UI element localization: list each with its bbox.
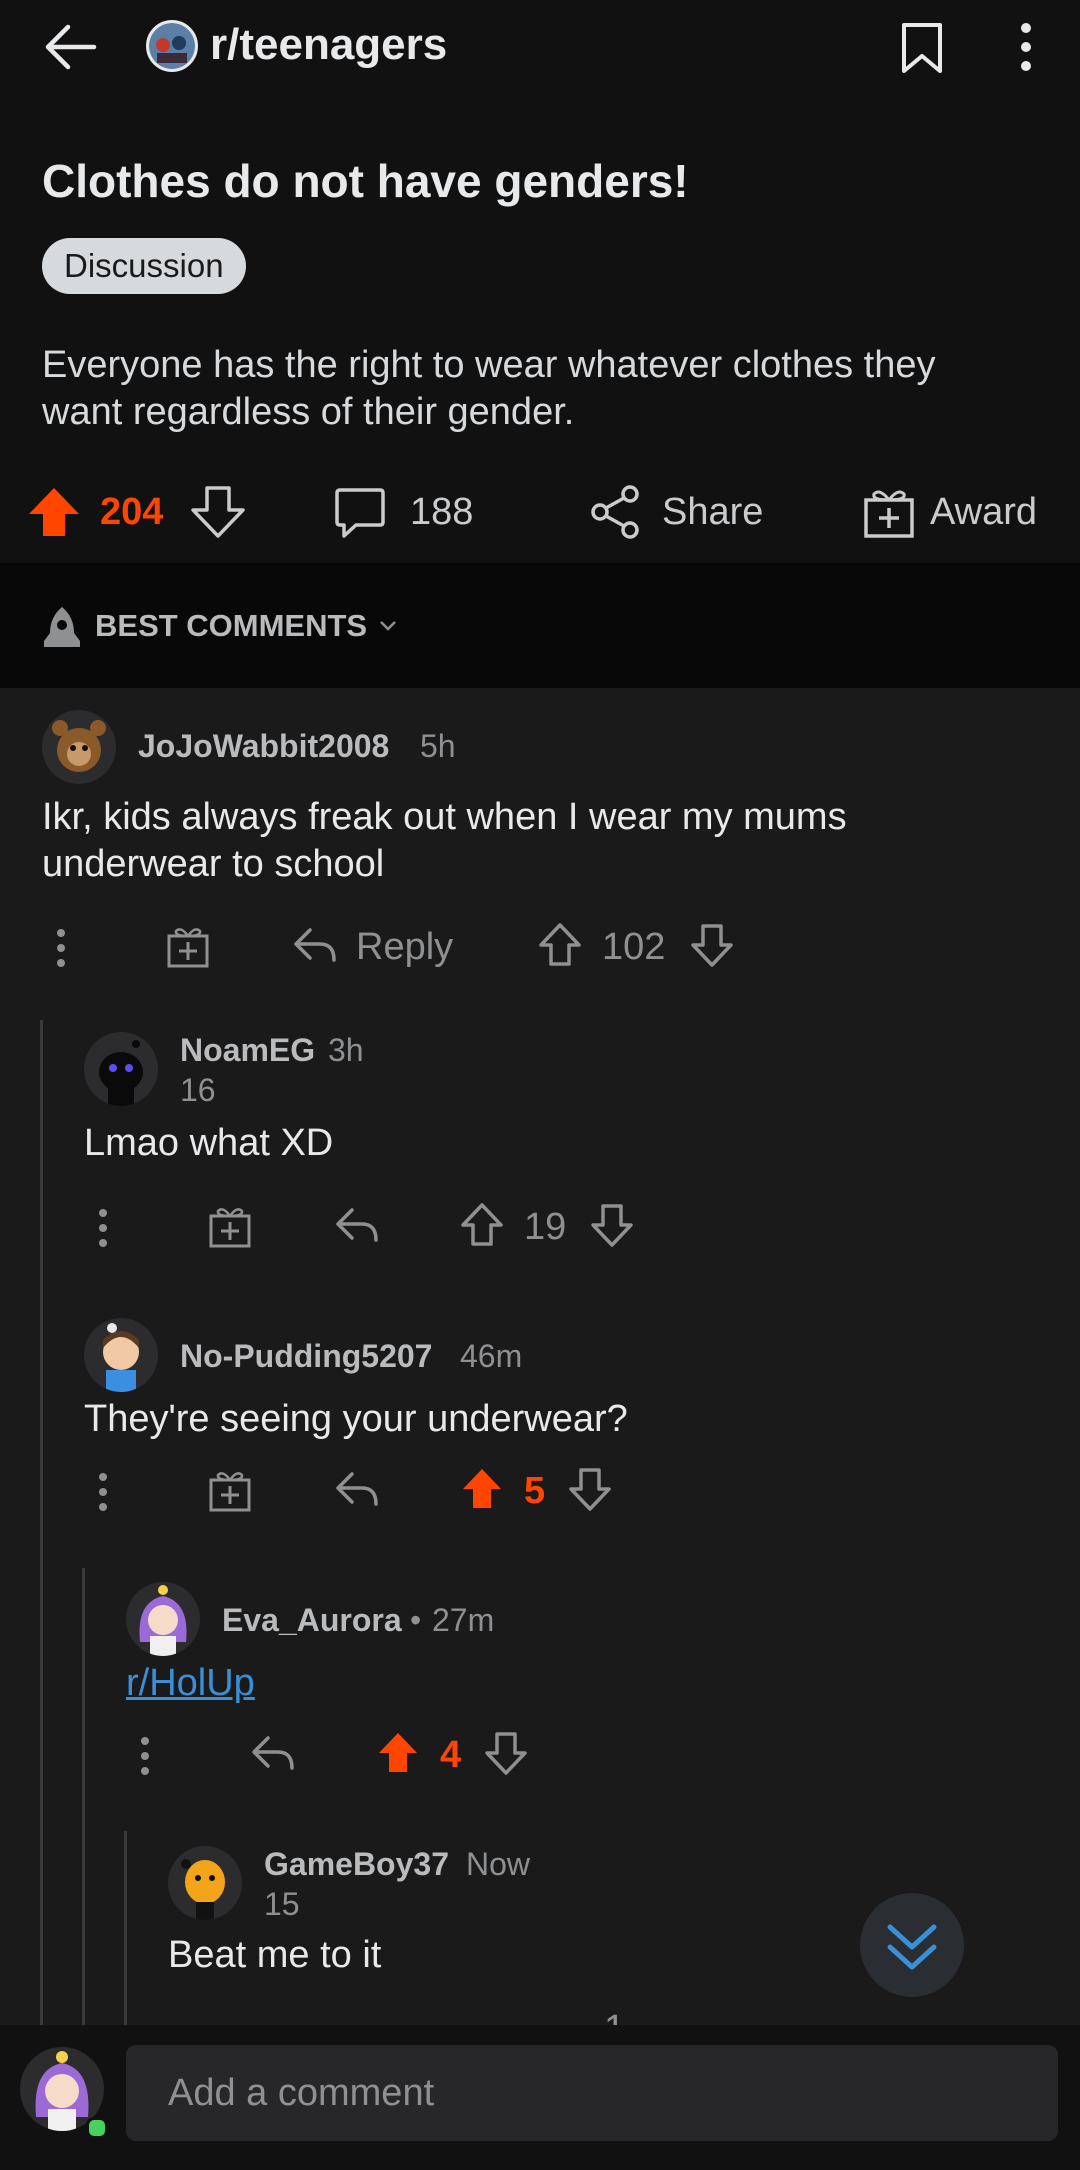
comment-separator: • bbox=[410, 1602, 422, 1638]
comment-time: 46m bbox=[460, 1338, 523, 1374]
comment-score: 19 bbox=[524, 1206, 567, 1248]
comment-username[interactable]: GameBoy37 bbox=[264, 1846, 449, 1883]
award-icon[interactable] bbox=[208, 1468, 252, 1512]
subreddit-name[interactable]: r/teenagers bbox=[210, 20, 447, 70]
upvote-icon[interactable] bbox=[26, 484, 82, 540]
comment-text: Lmao what XD bbox=[84, 1122, 334, 1164]
upvote-icon[interactable] bbox=[538, 922, 582, 968]
comment-input[interactable] bbox=[126, 2045, 1058, 2141]
flair-badge[interactable]: Discussion bbox=[42, 238, 246, 294]
comment: No-Pudding5207 46m They're seeing your u… bbox=[0, 1302, 1080, 1562]
share-icon[interactable] bbox=[590, 484, 642, 540]
comment-username[interactable]: JoJoWabbit2008 bbox=[138, 728, 389, 765]
comment-karma: 16 bbox=[180, 1072, 216, 1108]
avatar[interactable] bbox=[168, 1846, 242, 1920]
post-comments-count[interactable]: 188 bbox=[410, 491, 473, 534]
award-label[interactable]: Award bbox=[930, 491, 1037, 534]
downvote-icon[interactable] bbox=[690, 922, 734, 968]
chevron-down-icon[interactable] bbox=[378, 619, 398, 633]
comment-text: Beat me to it bbox=[168, 1934, 382, 1976]
downvote-icon[interactable] bbox=[190, 484, 246, 540]
comment-username[interactable]: Eva_Aurora bbox=[222, 1602, 402, 1639]
more-options-icon[interactable] bbox=[55, 928, 67, 968]
reply-arrow-icon[interactable] bbox=[334, 1470, 380, 1510]
upvote-icon[interactable] bbox=[460, 1202, 504, 1248]
award-icon[interactable] bbox=[862, 484, 916, 540]
reply-label[interactable]: Reply bbox=[356, 926, 453, 969]
sort-label[interactable]: BEST COMMENTS bbox=[95, 608, 367, 644]
top-bar: r/teenagers bbox=[0, 0, 1080, 119]
online-status-dot bbox=[86, 2117, 108, 2139]
kebab-vertical-icon[interactable] bbox=[1016, 22, 1036, 72]
back-arrow-icon[interactable] bbox=[40, 22, 100, 72]
comment-score: 102 bbox=[602, 926, 666, 968]
comment-bubble-icon[interactable] bbox=[334, 486, 386, 540]
subreddit-avatar[interactable] bbox=[146, 20, 198, 72]
more-options-icon[interactable] bbox=[97, 1208, 109, 1248]
downvote-icon[interactable] bbox=[484, 1730, 528, 1776]
avatar[interactable] bbox=[84, 1032, 158, 1106]
comment-score: 5 bbox=[524, 1470, 546, 1512]
more-options-icon[interactable] bbox=[97, 1472, 109, 1512]
post-title: Clothes do not have genders! bbox=[42, 155, 689, 207]
double-chevron-down-icon bbox=[887, 1924, 937, 1970]
downvote-icon[interactable] bbox=[590, 1202, 634, 1248]
comment: NoamEG 3h 16 Lmao what XD 19 bbox=[0, 1016, 1080, 1306]
comment-text: Ikr, kids always freak out when I wear m… bbox=[42, 796, 847, 885]
comment-time: 3h bbox=[328, 1032, 364, 1068]
comment-username[interactable]: No-Pudding5207 bbox=[180, 1338, 432, 1375]
comment: Eva_Aurora • 27m r/HolUp 4 bbox=[0, 1566, 1080, 1826]
comments-list: JoJoWabbit2008 5h Ikr, kids always freak… bbox=[0, 688, 1080, 2025]
upvote-icon[interactable] bbox=[376, 1730, 420, 1776]
upvote-icon[interactable] bbox=[460, 1466, 504, 1512]
award-icon[interactable] bbox=[208, 1204, 252, 1248]
bookmark-icon[interactable] bbox=[900, 22, 944, 74]
post-score: 204 bbox=[100, 491, 164, 533]
comment: JoJoWabbit2008 5h Ikr, kids always freak… bbox=[0, 688, 1080, 1008]
reply-arrow-icon[interactable] bbox=[334, 1206, 380, 1246]
share-label[interactable]: Share bbox=[662, 491, 763, 534]
comment-score: 4 bbox=[440, 1734, 462, 1776]
reply-arrow-icon[interactable] bbox=[292, 926, 338, 966]
avatar[interactable] bbox=[42, 710, 116, 784]
avatar[interactable] bbox=[126, 1582, 200, 1656]
reply-arrow-icon[interactable] bbox=[250, 1734, 296, 1774]
comment-time: 27m bbox=[432, 1602, 495, 1638]
avatar[interactable] bbox=[84, 1318, 158, 1392]
comment-username[interactable]: NoamEG bbox=[180, 1032, 315, 1069]
comment-text: They're seeing your underwear? bbox=[84, 1398, 628, 1440]
award-icon[interactable] bbox=[166, 924, 210, 968]
rocket-icon bbox=[42, 605, 82, 649]
downvote-icon[interactable] bbox=[568, 1466, 612, 1512]
post-card: Clothes do not have genders! Discussion … bbox=[0, 118, 1080, 563]
comment-composer-bar bbox=[0, 2025, 1080, 2170]
comment-time: 5h bbox=[420, 728, 456, 764]
comment-score: 1 bbox=[604, 2008, 625, 2025]
more-options-icon[interactable] bbox=[139, 1736, 151, 1776]
post-body: Everyone has the right to wear whatever … bbox=[42, 344, 936, 433]
comment-link[interactable]: r/HolUp bbox=[126, 1662, 255, 1705]
sort-bar: BEST COMMENTS bbox=[0, 563, 1080, 688]
comment-time: Now bbox=[466, 1846, 531, 1882]
scroll-next-button[interactable] bbox=[860, 1893, 964, 1997]
comment-karma: 15 bbox=[264, 1886, 300, 1922]
